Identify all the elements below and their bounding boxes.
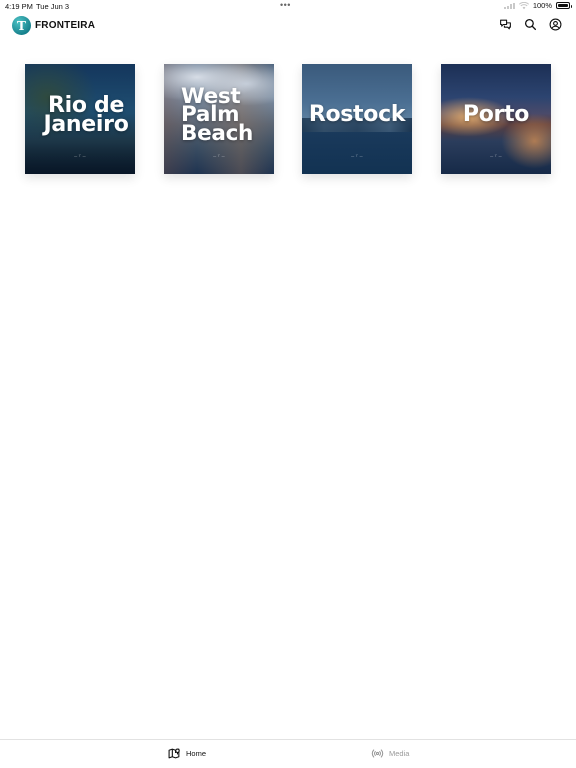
cellular-signal-icon bbox=[503, 2, 515, 9]
card-watermark: — ⊤ — bbox=[351, 154, 363, 158]
app-title: FRONTEIRA bbox=[35, 20, 96, 31]
bottom-tab-bar: Home Media bbox=[0, 739, 576, 768]
chat-icon[interactable] bbox=[499, 18, 512, 31]
battery-percent: 100% bbox=[532, 1, 552, 10]
battery-fill bbox=[558, 4, 568, 7]
header-actions bbox=[499, 18, 562, 31]
destination-card-west-palm-beach[interactable]: West Palm Beach — ⊤ — bbox=[164, 64, 274, 174]
wifi-icon bbox=[518, 1, 529, 9]
map-pin-icon bbox=[168, 748, 180, 759]
destination-grid: Rio de Janeiro — ⊤ — West Palm Beach — ⊤… bbox=[25, 64, 551, 174]
search-icon[interactable] bbox=[524, 18, 537, 31]
card-title: Porto bbox=[462, 102, 530, 127]
broadcast-icon bbox=[371, 749, 384, 758]
destination-card-porto[interactable]: Porto — ⊤ — bbox=[441, 64, 551, 174]
status-time: 4:19 PM bbox=[5, 2, 33, 11]
card-watermark: — ⊤ — bbox=[490, 154, 502, 158]
multitasking-dots[interactable]: ••• bbox=[280, 0, 291, 10]
destination-card-rio-de-janeiro[interactable]: Rio de Janeiro — ⊤ — bbox=[25, 64, 135, 174]
card-title: West Palm Beach bbox=[181, 84, 254, 146]
tab-media[interactable]: Media bbox=[371, 747, 409, 760]
status-date: Tue Jun 3 bbox=[36, 2, 70, 11]
tab-home[interactable]: Home bbox=[168, 747, 206, 760]
battery-icon bbox=[556, 2, 572, 9]
card-watermark: — ⊤ — bbox=[213, 154, 225, 158]
tab-media-label: Media bbox=[389, 749, 410, 758]
status-bar: 4:19 PM Tue Jun 3 ••• 100% bbox=[0, 0, 576, 12]
card-watermark: — ⊤ — bbox=[74, 154, 86, 158]
account-icon[interactable] bbox=[549, 18, 562, 31]
card-title: Rio de Janeiro bbox=[43, 93, 129, 137]
app-logo[interactable]: T bbox=[12, 16, 31, 35]
card-title: Rostock bbox=[308, 102, 406, 127]
status-indicators: 100% bbox=[503, 1, 572, 10]
tab-home-label: Home bbox=[186, 749, 207, 758]
app-header: T FRONTEIRA bbox=[0, 12, 576, 40]
destination-card-rostock[interactable]: Rostock — ⊤ — bbox=[302, 64, 412, 174]
